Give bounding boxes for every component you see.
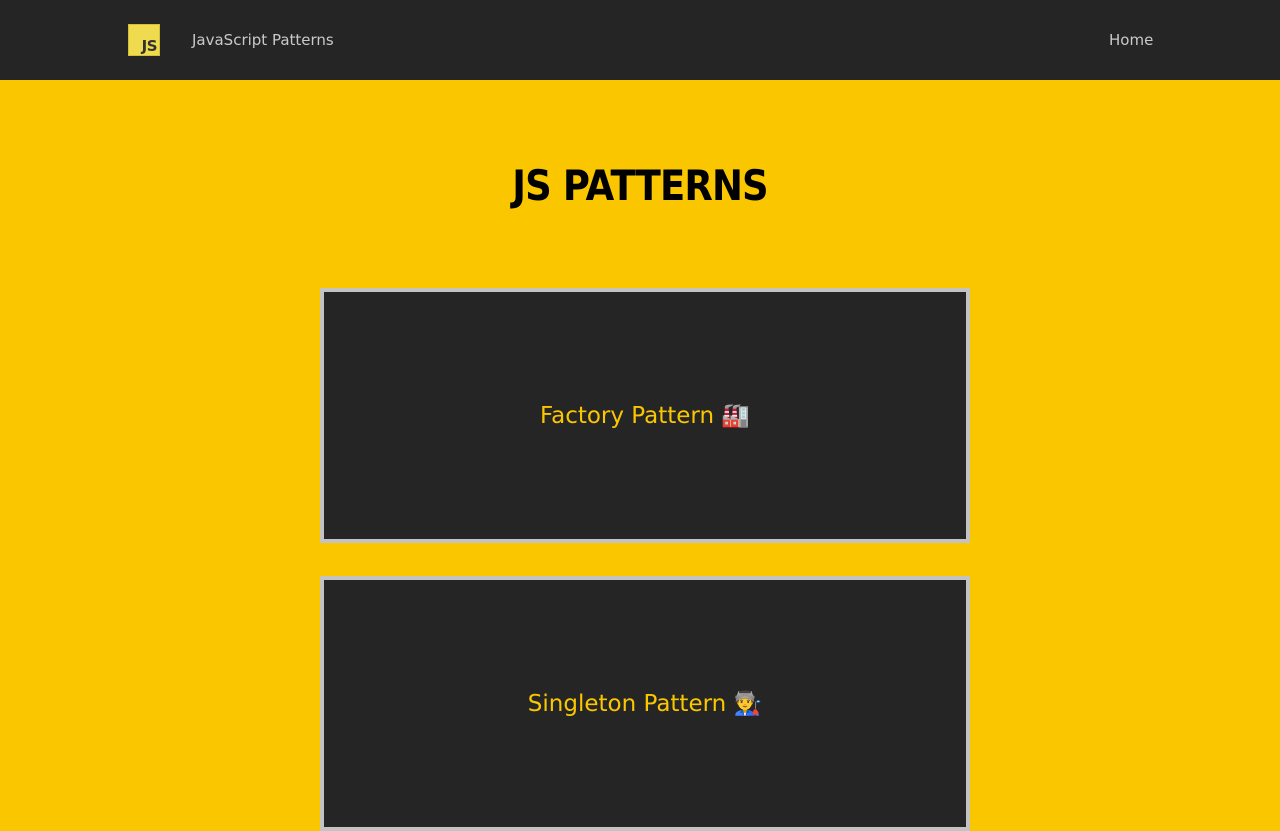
brand-link[interactable]: JavaScript Patterns	[192, 30, 334, 50]
logo-text: JS	[141, 37, 158, 55]
card-label: Factory Pattern 🏭	[539, 402, 751, 429]
javascript-logo-icon[interactable]: JS	[128, 24, 160, 56]
card-label: Singleton Pattern 👨‍🏭	[527, 690, 763, 717]
card-factory-pattern[interactable]: Factory Pattern 🏭	[320, 288, 970, 543]
nav-home-link[interactable]: Home	[1109, 30, 1153, 50]
navbar: JS JavaScript Patterns Home	[0, 0, 1280, 80]
page-title: JS PATTERNS	[512, 161, 768, 210]
card-singleton-pattern[interactable]: Singleton Pattern 👨‍🏭	[320, 576, 970, 831]
